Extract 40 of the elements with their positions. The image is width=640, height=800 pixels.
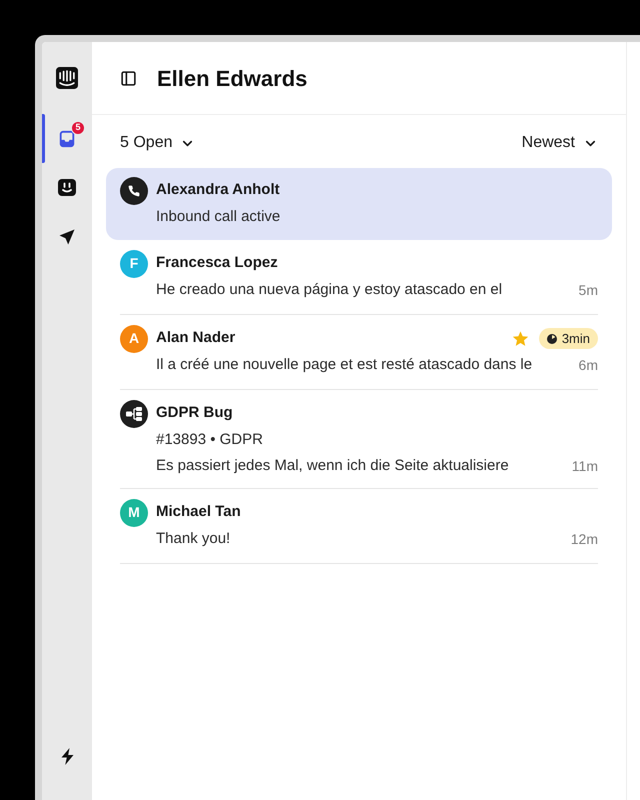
conversation-row[interactable]: F Francesca Lopez He creado una nueva página y estoy atascado en el 5m [106,240,612,315]
logo-icon [56,67,78,89]
message-time: 11m [572,456,598,476]
contact-name: Michael Tan [156,502,241,522]
inbox-button[interactable]: 5 [42,114,92,163]
panel-icon [120,70,137,86]
sla-time: 3min [562,330,590,348]
message-preview: He creado una nueva página y estoy atascado en el [156,280,502,300]
active-indicator [42,114,45,163]
letter-avatar: M [120,498,148,526]
sidebar-toggle-button[interactable] [120,70,137,86]
lightning-icon [60,748,74,765]
sort-dropdown[interactable]: Newest [522,131,598,155]
notification-badge: 5 [71,120,85,134]
message-time: 6m [578,356,598,375]
status-filter-dropdown[interactable]: 5 Open [120,131,196,155]
message-time: 5m [578,281,598,300]
inbox-icon [58,130,76,148]
contact-name: Alexandra Anholt [156,180,280,200]
contact-name: Francesca Lopez [156,253,278,274]
letter-avatar: F [120,250,148,278]
bot-face-icon [58,179,76,196]
ticket-reference: #13893 • GDPR [156,430,263,450]
contact-name: GDPR Bug [156,403,233,424]
message-time: 12m [570,530,598,549]
phone-avatar-icon [120,176,148,204]
pie-timer-icon [546,334,557,344]
inbox-title: Ellen Edwards [157,64,308,92]
paper-plane-icon [59,228,75,244]
message-preview: Inbound call active [156,207,280,228]
contact-name: Alan Nader [156,328,236,348]
conversation-row[interactable]: M Michael Tan Thank you! 12m [106,489,612,564]
conversation-row[interactable]: A Alan Nader 3min Il a créé une nouvelle page et est resté atascado dans le 6m [106,315,612,390]
message-preview: Il a créé une nouvelle page et est resté atascado dans le [156,355,532,376]
conversation-row[interactable]: GDPR Bug #13893 • GDPR Es passiert jedes Mal, wenn ich die Seite aktualisiere 11m [106,390,612,489]
message-preview: Thank you! [156,529,230,550]
message-preview: Es passiert jedes Mal, wenn ich die Seite aktualisiere [156,456,509,476]
letter-avatar: A [120,324,148,352]
workflow-avatar-icon [120,400,148,428]
conversation-row[interactable]: Alexandra Anholt Inbound call active [106,168,612,240]
